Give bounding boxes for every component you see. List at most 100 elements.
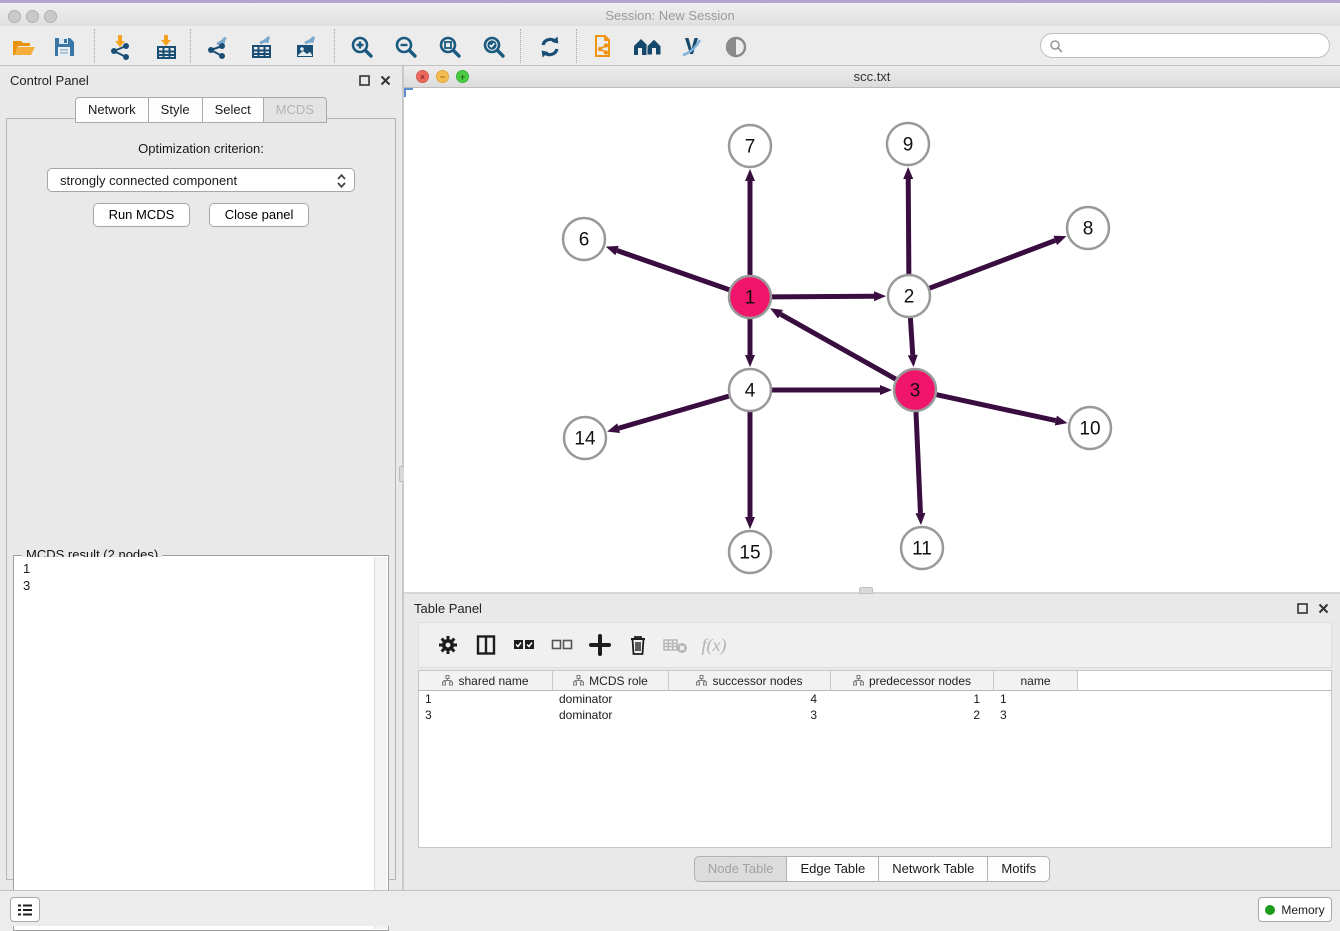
graph-node-label-6: 6 xyxy=(579,230,590,251)
columns-icon xyxy=(475,634,497,656)
delete-table-button[interactable] xyxy=(659,629,693,661)
close-panel-button[interactable]: Close panel xyxy=(209,203,310,227)
task-history-button[interactable] xyxy=(10,897,40,922)
show-columns-button[interactable] xyxy=(469,629,503,661)
column-header-successor-nodes[interactable]: successor nodes xyxy=(669,671,831,690)
cell-mcds-role[interactable]: dominator xyxy=(553,708,669,722)
export-table-button[interactable] xyxy=(244,31,280,63)
table-toolbar: f(x) xyxy=(418,622,1332,668)
zoom-out-button[interactable] xyxy=(388,31,424,63)
network-window-titlebar[interactable]: × − + scc.txt xyxy=(404,66,1340,88)
app-titlebar: Session: New Session xyxy=(0,3,1340,26)
node-table: shared name MCDS role su xyxy=(418,670,1332,848)
memory-button[interactable]: Memory xyxy=(1258,897,1332,922)
graph-edge-2-8[interactable] xyxy=(930,240,1056,288)
control-panel: Control Panel NetworkStyleSelectMCDS Opt… xyxy=(0,66,402,890)
column-header-name[interactable]: name xyxy=(994,671,1078,690)
cell-predecessor-nodes[interactable]: 2 xyxy=(831,708,994,722)
tab-motifs[interactable]: Motifs xyxy=(988,856,1050,882)
graph-edge-1-6[interactable] xyxy=(617,251,729,290)
table-row[interactable]: 3 dominator 3 2 3 xyxy=(419,707,1331,723)
home-icons xyxy=(633,35,663,59)
criterion-select[interactable]: strongly connected component xyxy=(47,168,355,192)
first-neighbors-button[interactable] xyxy=(630,31,666,63)
zoom-in-button[interactable] xyxy=(344,31,380,63)
graph-edge-2-9[interactable] xyxy=(908,179,909,274)
cell-name[interactable]: 1 xyxy=(994,692,1078,706)
toggle-details-icon xyxy=(679,34,705,60)
cell-name[interactable]: 3 xyxy=(994,708,1078,722)
cell-successor-nodes[interactable]: 4 xyxy=(669,692,831,706)
open-session-button[interactable] xyxy=(6,31,42,63)
network-view-window: × − + scc.txt 7968124314101511 xyxy=(404,66,1340,592)
select-all-button[interactable] xyxy=(507,629,541,661)
zoom-selected-button[interactable] xyxy=(476,31,512,63)
column-type-icon xyxy=(442,675,453,686)
control-panel-tabs: NetworkStyleSelectMCDS xyxy=(0,96,402,122)
float-panel-icon[interactable] xyxy=(358,74,371,87)
mcds-result-item: 1 xyxy=(23,560,374,577)
delete-column-button[interactable] xyxy=(621,629,655,661)
save-session-button[interactable] xyxy=(46,31,82,63)
tab-edge-table[interactable]: Edge Table xyxy=(787,856,879,882)
delete-table-icon xyxy=(663,636,689,654)
export-image-button[interactable] xyxy=(288,31,324,63)
deselect-all-button[interactable] xyxy=(545,629,579,661)
column-header-predecessor-nodes[interactable]: predecessor nodes xyxy=(831,671,994,690)
toolbar-separator xyxy=(576,29,577,63)
column-header-mcds-role[interactable]: MCDS role xyxy=(553,671,669,690)
mcds-tab-content: Optimization criterion: strongly connect… xyxy=(6,118,396,880)
run-mcds-button[interactable]: Run MCDS xyxy=(93,203,191,227)
toggle-graphics-details-button[interactable] xyxy=(674,31,710,63)
table-settings-button[interactable] xyxy=(431,629,465,661)
export-network-button[interactable] xyxy=(200,31,236,63)
close-panel-icon[interactable] xyxy=(1317,602,1330,615)
list-icon xyxy=(17,903,33,917)
graph-edge-1-2[interactable] xyxy=(772,296,874,297)
network-graph[interactable]: 7968124314101511 xyxy=(404,88,1340,591)
cell-shared-name[interactable]: 3 xyxy=(419,708,553,722)
graph-edge-3-10[interactable] xyxy=(936,395,1055,421)
graph-node-label-10: 10 xyxy=(1079,419,1100,440)
column-header-shared-name[interactable]: shared name xyxy=(419,671,553,690)
zoom-selected-icon xyxy=(481,34,507,60)
tab-style[interactable]: Style xyxy=(149,97,203,123)
apply-function-button[interactable]: f(x) xyxy=(697,629,731,661)
tab-network[interactable]: Network xyxy=(75,97,149,123)
export-network-icon xyxy=(205,34,231,60)
zoom-fit-button[interactable] xyxy=(432,31,468,63)
zoom-in-icon xyxy=(349,34,375,60)
search-input[interactable] xyxy=(1063,37,1329,55)
show-hide-button[interactable] xyxy=(718,31,754,63)
mcds-result-list: 1 3 xyxy=(15,557,374,929)
tab-network-table[interactable]: Network Table xyxy=(879,856,988,882)
graph-edge-4-14[interactable] xyxy=(619,396,729,428)
cell-shared-name[interactable]: 1 xyxy=(419,692,553,706)
refresh-view-button[interactable] xyxy=(532,31,568,63)
tab-select[interactable]: Select xyxy=(203,97,264,123)
float-panel-icon[interactable] xyxy=(1296,602,1309,615)
import-table-button[interactable] xyxy=(148,31,184,63)
graph-edge-3-1[interactable] xyxy=(780,314,895,379)
import-network-icon xyxy=(107,34,133,60)
close-panel-icon[interactable] xyxy=(379,74,392,87)
table-row[interactable]: 1 dominator 4 1 1 xyxy=(419,691,1331,707)
graph-edge-2-3[interactable] xyxy=(910,318,912,355)
tab-mcds[interactable]: MCDS xyxy=(264,97,327,123)
main-toolbar xyxy=(0,26,1340,66)
tab-node-table[interactable]: Node Table xyxy=(694,856,788,882)
clone-network-button[interactable] xyxy=(586,31,622,63)
refresh-icon xyxy=(537,34,563,60)
create-column-button[interactable] xyxy=(583,629,617,661)
result-scrollbar[interactable] xyxy=(374,557,387,929)
graph-edge-3-11[interactable] xyxy=(916,412,920,513)
splitter-grip[interactable] xyxy=(859,587,873,594)
export-image-icon xyxy=(293,34,319,60)
control-panel-title: Control Panel xyxy=(10,73,89,88)
table-panel-header: Table Panel xyxy=(404,594,1340,622)
import-network-button[interactable] xyxy=(102,31,138,63)
cell-predecessor-nodes[interactable]: 1 xyxy=(831,692,994,706)
cell-mcds-role[interactable]: dominator xyxy=(553,692,669,706)
cell-successor-nodes[interactable]: 3 xyxy=(669,708,831,722)
import-table-icon xyxy=(153,34,179,60)
